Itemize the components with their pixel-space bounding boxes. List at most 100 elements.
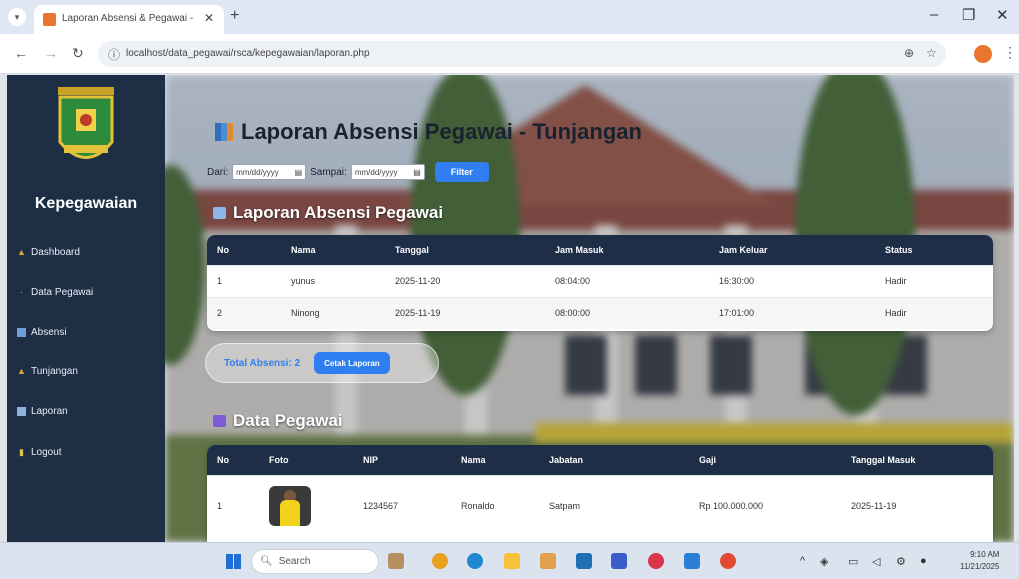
column-header: Nama — [451, 445, 539, 475]
to-date-input[interactable]: mm/dd/yyyy ▤ — [350, 164, 425, 180]
back-icon[interactable]: ← — [14, 45, 28, 61]
restore-icon[interactable]: ❐ — [962, 6, 975, 24]
table-cell: 1 — [207, 474, 259, 537]
date-filter: Dari: mm/dd/yyyy ▤ Sampai: mm/dd/yyyy ▤ … — [207, 162, 489, 182]
logout-icon: ▮ — [19, 446, 24, 457]
page-title-text: Laporan Absensi Pegawai - Tunjangan — [241, 119, 642, 144]
sidebar-item-label: Data Pegawai — [31, 286, 94, 298]
print-report-button[interactable]: Cetak Laporan — [314, 352, 390, 374]
table-cell: Ninong — [281, 296, 385, 329]
sidebar-item-label: Dashboard — [31, 246, 80, 258]
calendar-icon — [17, 327, 26, 337]
windows-start-icon[interactable] — [226, 554, 241, 569]
settings-icon[interactable]: ⚙ — [896, 555, 906, 568]
sidebar-item-laporan[interactable]: Laporan — [17, 401, 68, 421]
absensi-table: No Nama Tanggal Jam Masuk Jam Keluar Sta… — [207, 235, 993, 329]
table-header-row: No Nama Tanggal Jam Masuk Jam Keluar Sta… — [207, 235, 993, 265]
minimize-icon[interactable]: – — [930, 6, 938, 23]
file-explorer-icon[interactable] — [504, 553, 520, 569]
zoom-icon[interactable]: ⊕ — [904, 46, 914, 60]
table-cell: 2025-11-19 — [841, 474, 993, 537]
vscode-icon[interactable] — [684, 553, 700, 569]
table-cell: 08:00:00 — [545, 296, 709, 329]
app-icon[interactable] — [648, 553, 664, 569]
total-absensi: Total Absensi: 2 — [224, 357, 301, 369]
clock-time: 9:10 AM — [970, 550, 1000, 559]
widgets-icon[interactable] — [388, 553, 404, 569]
chevron-up-icon[interactable]: ^ — [800, 555, 805, 567]
main-content: Laporan Absensi Pegawai - Tunjangan Dari… — [165, 75, 1014, 542]
table-cell: yunus — [281, 264, 385, 297]
sidebar-item-label: Tunjangan — [31, 365, 78, 377]
clock-date: 11/21/2025 — [960, 562, 1000, 571]
column-header: Jam Masuk — [545, 235, 709, 265]
edge-icon[interactable] — [467, 553, 483, 569]
page-title: Laporan Absensi Pegawai - Tunjangan — [215, 119, 642, 145]
money-icon: ▲ — [17, 365, 26, 376]
copilot-icon[interactable] — [432, 553, 448, 569]
table-cell: Satpam — [539, 474, 689, 537]
volume-icon[interactable]: ◁ — [872, 555, 880, 568]
brand-title: Kepegawaian — [34, 195, 138, 212]
browser-menu-icon[interactable]: ⋮ — [1003, 44, 1017, 61]
bookmark-star-icon[interactable]: ☆ — [926, 46, 937, 60]
column-header: Gaji — [689, 445, 841, 475]
calendar-icon — [213, 207, 226, 219]
url-text: localhost/data_pegawai/rsca/kepegawaian/… — [126, 48, 370, 59]
browser-tab[interactable]: Laporan Absensi & Pegawai - ✕ — [34, 5, 224, 34]
search-placeholder: Search — [278, 556, 311, 567]
store-icon[interactable] — [576, 553, 592, 569]
taskbar-search[interactable]: 🔍︎ Search — [251, 549, 379, 574]
forward-icon[interactable]: → — [44, 45, 58, 61]
column-header: NIP — [353, 445, 451, 475]
photos-icon[interactable] — [611, 553, 627, 569]
pegawai-table-card: No Foto NIP Nama Jabatan Gaji Tanggal Ma… — [207, 445, 993, 542]
notification-icon[interactable]: ● — [920, 555, 927, 567]
table-header-row: No Foto NIP Nama Jabatan Gaji Tanggal Ma… — [207, 445, 993, 475]
taskbar-clock[interactable]: 9:10 AM 11/21/2025 — [960, 549, 999, 573]
sidebar-item-logout[interactable]: ▮ Logout — [17, 442, 62, 462]
column-header: Nama — [281, 235, 385, 265]
calendar-picker-icon[interactable]: ▤ — [295, 168, 303, 177]
chrome-icon[interactable] — [720, 553, 736, 569]
tab-close-icon[interactable]: ✕ — [204, 11, 214, 25]
pegawai-section-title: Data Pegawai — [213, 411, 343, 431]
summary-panel: Total Absensi: 2 Cetak Laporan — [205, 343, 439, 383]
agency-logo — [58, 87, 114, 159]
sidebar-item-absensi[interactable]: Absensi — [17, 322, 67, 342]
table-cell: 1 — [207, 264, 281, 297]
from-date-input[interactable]: mm/dd/yyyy ▤ — [232, 164, 307, 180]
table-cell: Rp 100.000.000 — [689, 474, 841, 537]
sidebar-item-dashboard[interactable]: ▲ Dashboard — [17, 242, 80, 262]
address-bar: ← → ↻ ⓘ localhost/data_pegawai/rsca/kepe… — [0, 34, 1019, 74]
table-cell: Hadir — [875, 264, 993, 297]
sidebar-item-data-pegawai[interactable]: · Data Pegawai — [17, 282, 93, 302]
close-window-icon[interactable]: ✕ — [996, 6, 1009, 24]
table-cell: 16:30:00 — [709, 264, 875, 297]
pegawai-heading: Data Pegawai — [233, 411, 343, 430]
network-icon[interactable]: ◈ — [820, 555, 828, 568]
to-label: Sampai: — [310, 166, 347, 178]
calendar-picker-icon[interactable]: ▤ — [413, 168, 421, 177]
xampp-icon[interactable] — [540, 553, 556, 569]
sidebar-item-label: Absensi — [31, 326, 67, 338]
site-info-icon[interactable]: ⓘ — [108, 46, 120, 63]
filter-button[interactable]: Filter — [434, 162, 489, 182]
absensi-table-card: No Nama Tanggal Jam Masuk Jam Keluar Sta… — [207, 235, 993, 331]
from-label: Dari: — [207, 166, 229, 178]
new-tab-icon[interactable]: + — [230, 7, 239, 25]
url-field[interactable]: ⓘ localhost/data_pegawai/rsca/kepegawaia… — [98, 41, 946, 67]
sidebar-item-label: Logout — [31, 446, 62, 458]
tab-favicon-icon — [43, 13, 56, 26]
tab-search-icon[interactable]: ▾ — [8, 8, 26, 26]
tab-title: Laporan Absensi & Pegawai - — [62, 13, 194, 24]
pegawai-table: No Foto NIP Nama Jabatan Gaji Tanggal Ma… — [207, 445, 993, 537]
from-date-placeholder: mm/dd/yyyy — [236, 167, 279, 177]
reload-icon[interactable]: ↻ — [72, 45, 84, 62]
absensi-heading: Laporan Absensi Pegawai — [233, 203, 444, 222]
users-icon — [213, 415, 226, 427]
profile-avatar[interactable] — [974, 45, 992, 63]
battery-icon[interactable]: ▭ — [848, 555, 858, 568]
employee-photo — [269, 486, 311, 527]
sidebar-item-tunjangan[interactable]: ▲ Tunjangan — [17, 361, 78, 381]
